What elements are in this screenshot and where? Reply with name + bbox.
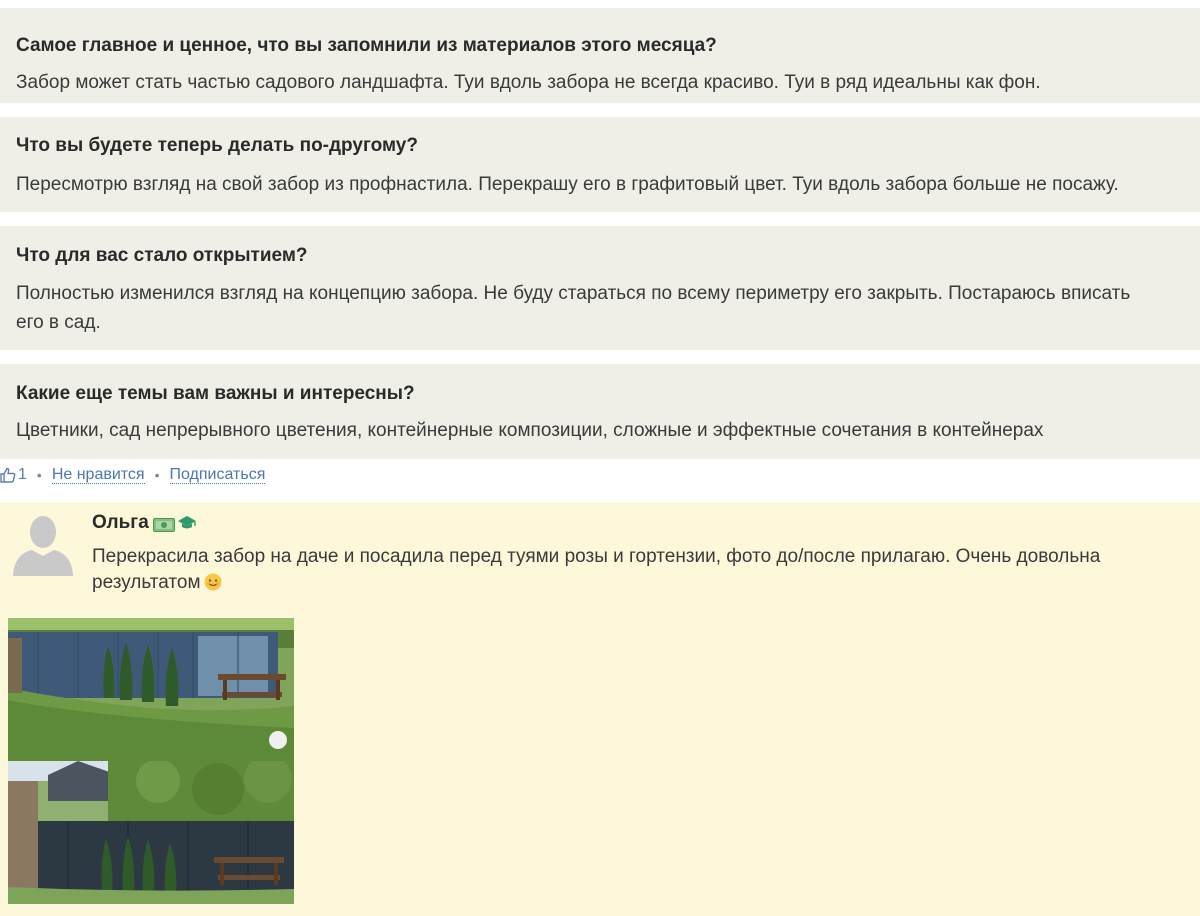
answer-text: Цветники, сад непрерывного цветения, кон… xyxy=(16,420,1044,441)
question-text: Самое главное и ценное, что вы запомнили… xyxy=(16,35,717,56)
comment-card: Ольга Перекрасила забор на даче и посади… xyxy=(0,502,1200,916)
separator-dot: • xyxy=(154,467,160,483)
qa-block: Что для вас стало открытием? Полностью и… xyxy=(0,226,1200,350)
answer-text: Полностью изменился взгляд на концепцию … xyxy=(16,283,1131,333)
comment-author[interactable]: Ольга xyxy=(92,512,197,534)
money-badge-icon xyxy=(152,516,175,532)
garden-fence-photo-before[interactable] xyxy=(8,618,294,761)
post-actions: 1 • Не нравится • Подписаться xyxy=(0,462,266,488)
question-text: Что вы будете теперь делать по-другому? xyxy=(16,135,418,156)
answer-text: Забор может стать частью садового ландша… xyxy=(16,72,1041,93)
qa-block: Какие еще темы вам важны и интересны? Цв… xyxy=(0,364,1200,459)
like-count: 1 xyxy=(18,466,27,483)
answer-text: Пересмотрю взгляд на свой забор из профн… xyxy=(16,174,1119,195)
qa-block: Самое главное и ценное, что вы запомнили… xyxy=(0,8,1200,103)
qa-block: Что вы будете теперь делать по-другому? … xyxy=(0,117,1200,212)
comment-body: Перекрасила забор на даче и посадила пер… xyxy=(92,546,1101,593)
thumbs-up-icon[interactable] xyxy=(0,467,16,483)
garden-fence-photo-after[interactable] xyxy=(8,761,294,904)
user-silhouette-icon xyxy=(13,516,73,576)
author-name[interactable]: Ольга xyxy=(92,512,149,534)
graduation-cap-icon xyxy=(177,514,197,532)
smiling-face-icon xyxy=(204,573,222,591)
comment-text: Перекрасила забор на даче и посадила пер… xyxy=(92,544,1182,596)
subscribe-link[interactable]: Подписаться xyxy=(169,466,266,484)
question-text: Какие еще темы вам важны и интересны? xyxy=(16,383,415,404)
separator-dot: • xyxy=(36,467,42,483)
dislike-link[interactable]: Не нравится xyxy=(51,466,145,484)
question-text: Что для вас стало открытием? xyxy=(16,245,308,266)
avatar[interactable] xyxy=(10,510,76,576)
